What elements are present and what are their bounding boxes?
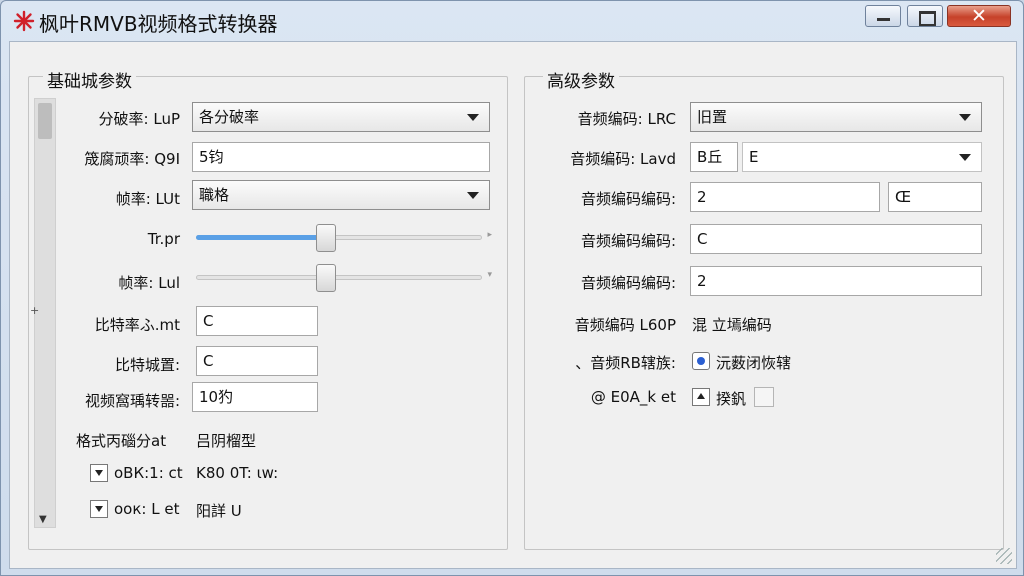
audio-codec2-label: 音频编码: Lavd	[570, 150, 676, 168]
bitrate-field-input[interactable]: 5钧	[192, 142, 490, 172]
audio-codec1-label: 音频编码: LRC	[577, 110, 676, 128]
framerate-select[interactable]: 職格	[192, 180, 490, 210]
client-area: 基础城参数 ▼ + 分破率: LuP 各分破率 筬腐顽率: Q9I 5钧 帧率:…	[9, 41, 1017, 569]
resolution-value: 各分破率	[199, 108, 260, 126]
close-button[interactable]: ✕	[947, 5, 1011, 27]
framerate-label: 帧率: LUt	[115, 190, 180, 208]
app-window: 枫叶RMVB视频格式转换器 ✕ 基础城参数 ▼ + 分破率: LuP 各分破率 …	[0, 0, 1024, 576]
slider2-label: 帧率: Lul	[118, 274, 180, 292]
option1-label: oBК:1: ct	[114, 464, 183, 482]
bitrate-set-input[interactable]: C	[196, 346, 318, 376]
option2-checkbox[interactable]	[90, 500, 108, 518]
framerate-value: 職格	[199, 186, 230, 204]
chevron-down-icon	[467, 192, 479, 199]
slider-handle[interactable]	[316, 264, 336, 292]
minimize-icon[interactable]	[865, 5, 901, 27]
slider-handle[interactable]	[316, 224, 336, 252]
slider-track	[196, 275, 482, 280]
audio-field1-label: 音频编码编码:	[580, 190, 676, 208]
audio-field1-value-a: 2	[697, 188, 707, 206]
quality-slider[interactable]: ▸	[196, 222, 492, 252]
bitrate-set-value: C	[203, 352, 214, 370]
chevron-down-icon	[959, 154, 971, 161]
format-row-label: 格式丙碯分at	[76, 432, 167, 450]
option1-checkbox[interactable]	[90, 464, 108, 482]
audio-field2-input[interactable]: C	[690, 224, 982, 254]
title-bar[interactable]: 枫叶RMVB视频格式转换器 ✕	[1, 1, 1023, 41]
audio-codec1-select[interactable]: 旧置	[690, 102, 982, 132]
resolution-select[interactable]: 各分破率	[192, 102, 490, 132]
option2-value: 阳詳 U	[196, 502, 242, 520]
scrollbar-thumb[interactable]	[38, 103, 52, 139]
slider-end-mark: ▾	[487, 270, 492, 280]
audio-field3-label: 音频编码编码:	[580, 274, 676, 292]
chevron-down-icon	[467, 114, 479, 121]
audio-codec2-value-a: B丘	[697, 148, 723, 166]
audio-field1-input[interactable]: 2	[690, 182, 880, 212]
bitrate-rate-input[interactable]: C	[196, 306, 318, 336]
audio-field1-value-b: Œ	[895, 188, 912, 206]
audio-field3-value: 2	[697, 272, 707, 290]
extra-option-box[interactable]	[754, 387, 774, 407]
bitrate-rate-label: 比特率ふ.mt	[94, 316, 180, 334]
audio-field2-label: 音频编码编码:	[580, 232, 676, 250]
video-conv-input[interactable]: 10犳	[192, 382, 318, 412]
scroll-marker: +	[30, 304, 40, 317]
window-title: 枫叶RMVB视频格式转换器	[39, 12, 278, 36]
audio-codec2-select[interactable]: E	[742, 142, 982, 172]
option2-label: ooк: L et	[114, 500, 180, 518]
chevron-down-icon	[959, 114, 971, 121]
format-row-value: 吕阴榴型	[196, 432, 257, 450]
bitrate-field-label: 筬腐顽率: Q9I	[84, 150, 180, 168]
audio-radio-button[interactable]	[692, 352, 710, 370]
maximize-icon[interactable]	[907, 5, 943, 27]
option1-value: K80 0T: ιw:	[196, 464, 279, 482]
red-leaf-icon	[13, 10, 35, 32]
bitrate-rate-value: C	[203, 312, 214, 330]
extra-label: @ E0A_k et	[590, 388, 676, 406]
audio-mode-value: 混 立墕编码	[692, 316, 772, 334]
resize-grip[interactable]	[996, 548, 1012, 564]
framerate-slider[interactable]: ▾	[196, 262, 492, 292]
slider-end-mark: ▸	[487, 230, 492, 240]
audio-codec2-input[interactable]: B丘	[690, 142, 738, 172]
advanced-params-title: 高级参数	[543, 67, 619, 92]
basic-params-title: 基础城参数	[43, 67, 136, 92]
bitrate-field-value: 5钧	[199, 148, 224, 166]
extra-checkbox[interactable]	[692, 388, 710, 406]
audio-radio-value: 沅薮闭恢辖	[716, 354, 792, 372]
audio-codec2-value-b: E	[749, 148, 759, 166]
slider-fill	[196, 235, 326, 240]
resolution-label: 分破率: LuP	[98, 110, 180, 128]
audio-field3-input[interactable]: 2	[690, 266, 982, 296]
audio-field1-unit[interactable]: Œ	[888, 182, 982, 212]
slider1-label: Tr.pr	[147, 230, 180, 248]
audio-field2-value: C	[697, 230, 708, 248]
bitrate-set-label: 比特城置:	[114, 356, 180, 374]
audio-mode-label: 音频编码 L60P	[574, 316, 676, 334]
video-conv-value: 10犳	[199, 388, 234, 406]
scroll-down-icon[interactable]: ▼	[39, 514, 47, 525]
close-icon: ✕	[971, 5, 987, 27]
audio-codec1-value: 旧置	[697, 108, 728, 126]
video-conv-label: 视频窩瑀转噐:	[84, 392, 180, 410]
extra-value: 揆釩	[716, 390, 747, 408]
audio-radio-label: 、音频RB辖族:	[575, 354, 676, 372]
